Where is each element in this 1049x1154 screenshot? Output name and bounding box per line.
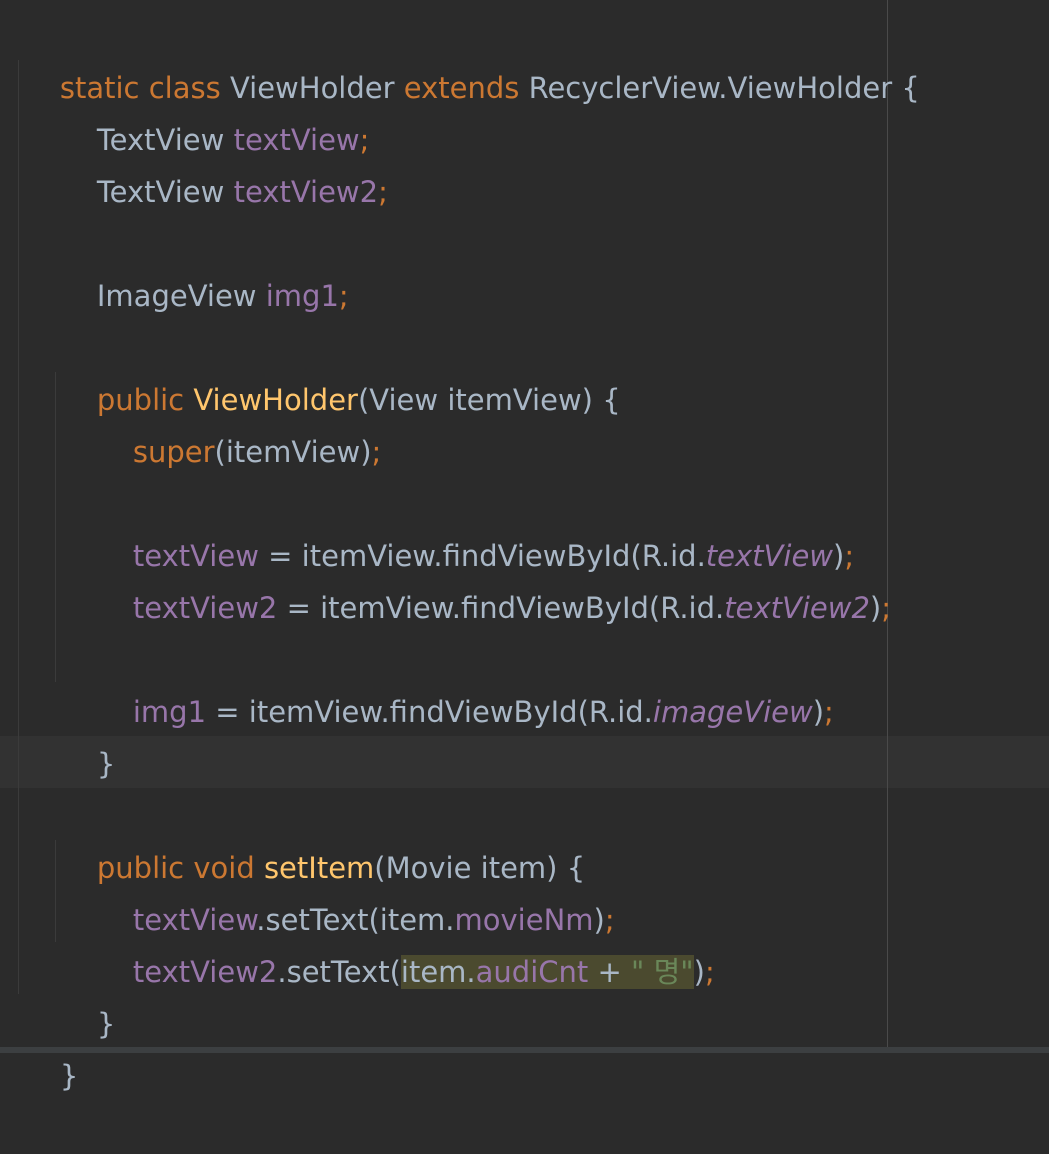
- plain-token: = itemView.findViewById(R.id.: [277, 591, 725, 625]
- code-line-5[interactable]: ImageView img1;: [60, 218, 349, 313]
- field-token: img1: [265, 279, 339, 313]
- current-line-highlight: [0, 736, 1049, 788]
- static-field-token: textView2: [724, 591, 870, 625]
- field-token: textView2: [132, 955, 278, 989]
- semicolon-token: ;: [824, 695, 834, 729]
- plain-token: (View itemView) {: [357, 383, 621, 417]
- semicolon-token: ;: [371, 435, 382, 469]
- indent-guide: [55, 840, 56, 942]
- code-line-8[interactable]: super(itemView);: [96, 374, 381, 469]
- code-line-18[interactable]: textView2.setText(item.audiCnt + " 명");: [96, 894, 715, 989]
- plain-token: .setText(: [277, 955, 401, 989]
- code-line-20[interactable]: }: [23, 998, 78, 1093]
- code-line-2[interactable]: TextView textView;: [60, 62, 370, 157]
- type-token: ImageView: [96, 279, 266, 313]
- semicolon-token: ;: [881, 591, 892, 625]
- code-line-11[interactable]: textView2 = itemView.findViewById(R.id.t…: [96, 530, 891, 625]
- code-line-13[interactable]: img1 = itemView.findViewById(R.id.imageV…: [96, 634, 834, 729]
- code-line-10[interactable]: textView = itemView.findViewById(R.id.te…: [96, 478, 854, 573]
- selection-highlight: item.audiCnt + " 명": [400, 955, 694, 989]
- code-line-3[interactable]: TextView textView2;: [60, 114, 388, 209]
- closing-brace-token: }: [59, 1059, 79, 1093]
- plain-token: = itemView.findViewById(R.id.: [206, 695, 653, 729]
- field-token: textView2: [132, 591, 278, 625]
- code-line-1[interactable]: static class ViewHolder extends Recycler…: [23, 10, 920, 105]
- keyword-token: extends: [403, 71, 529, 105]
- closing-brace-token: }: [96, 1007, 116, 1041]
- semicolon-token: ;: [378, 175, 388, 209]
- indent-guide: [55, 372, 56, 682]
- plain-token: ): [812, 695, 825, 729]
- code-line-17[interactable]: textView.setText(item.movieNm);: [96, 842, 615, 937]
- plain-token: ): [693, 955, 705, 989]
- plain-token: RecyclerView.ViewHolder {: [528, 71, 920, 105]
- right-margin-guide: [887, 0, 888, 1047]
- field-token: textView2: [233, 175, 379, 209]
- plain-token: ): [869, 591, 882, 625]
- operator-token: +: [588, 955, 632, 989]
- plain-token: (itemView): [214, 435, 372, 469]
- closing-brace-token: }: [96, 747, 116, 781]
- code-editor[interactable]: static class ViewHolder extends Recycler…: [0, 0, 1049, 1093]
- field-token: audiCnt: [475, 955, 589, 989]
- horizontal-scrollbar[interactable]: [0, 1047, 1049, 1053]
- semicolon-token: ;: [338, 279, 349, 313]
- static-field-token: imageView: [652, 695, 813, 729]
- semicolon-token: ;: [704, 955, 715, 989]
- code-line-14[interactable]: }: [60, 686, 115, 781]
- plain-token: item.: [400, 955, 476, 989]
- type-token: TextView: [96, 175, 234, 209]
- code-line-19[interactable]: }: [60, 946, 115, 1041]
- field-token: img1: [132, 695, 207, 729]
- string-literal-token: " 명": [631, 955, 694, 989]
- code-line-7[interactable]: public ViewHolder(View itemView) {: [60, 322, 621, 417]
- indent-guide: [18, 60, 19, 994]
- code-line-16[interactable]: public void setItem(Movie item) {: [60, 790, 585, 885]
- keyword-token: super: [132, 435, 215, 469]
